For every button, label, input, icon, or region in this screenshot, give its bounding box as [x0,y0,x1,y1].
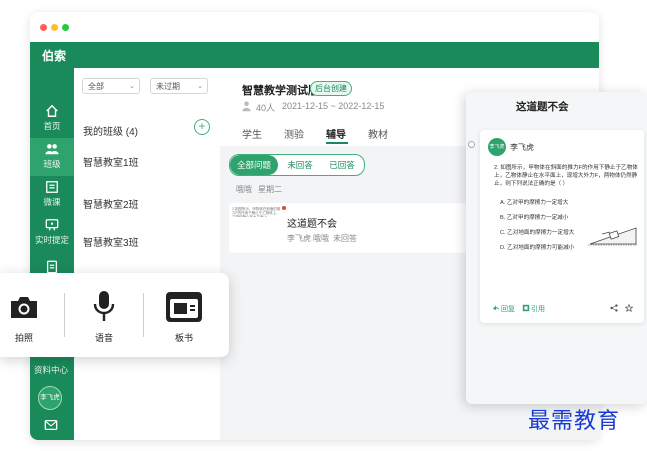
nav-item-live[interactable]: 实时提定 [30,214,74,252]
panel-title: 这道题不会 [516,101,569,113]
reply-button[interactable]: 回复 [501,304,515,314]
source-tag: 后台创建 [310,81,352,96]
top-bar: 伯索 [30,42,599,68]
nav-item-resource-label[interactable]: 资料中心 [34,364,68,376]
chevron-down-icon: ⌄ [129,83,135,90]
class-item-3[interactable]: 智慧教室3班 [83,234,139,249]
option-b: B. 乙对甲的摩擦力一定减小 [500,215,569,221]
tab-textbook[interactable]: 教材 [368,126,388,141]
my-classes-heading: 我的班级 (4) [83,127,138,138]
input-tools-popup: 拍照 语音 板书 [0,273,229,357]
filter-chip-1[interactable]: 哦哦 [236,184,252,195]
segment-unanswered[interactable]: 未回答 [280,155,320,175]
class-item-2[interactable]: 智慧教室2班 [83,196,139,211]
blackboard-label: 板书 [174,333,193,343]
share-icon[interactable] [610,304,618,312]
minimize-window-dot[interactable] [51,24,58,31]
document-icon [46,260,58,274]
divider [64,293,65,337]
question-title: 这道题不会 [287,219,337,230]
date-range: 2021-12-15 ~ 2022-12-15 [282,101,385,111]
microphone-icon[interactable] [92,290,116,322]
question-author: 李飞虎 [287,234,311,243]
question-filter-segment: 全部问题 未回答 已回答 [229,154,365,176]
maximize-window-dot[interactable] [62,24,69,31]
quote-icon[interactable] [522,304,530,312]
tab-students[interactable]: 学生 [242,126,262,141]
unread-dot [282,206,286,210]
tab-tutoring[interactable]: 辅导 [326,126,346,141]
option-a: A. 乙对甲的摩擦力一定增大 [500,200,569,206]
class-item-1[interactable]: 智慧教室1班 [83,154,139,169]
option-c: C. 乙对地面的摩擦力一定增大 [500,230,575,236]
people-icon [45,144,59,155]
left-nav: 首页 班级 微课 实时提定 资料中心 李飞虎 [30,68,74,440]
camera-icon[interactable] [8,293,40,321]
question-thumbnail: 2.如图所示，甲物体在斜面的推力F的作用下静止于乙物体上，乙物体静止在水平面上 [232,207,281,217]
blackboard-icon[interactable] [165,291,203,323]
avatar: 李飞虎 [488,138,506,156]
star-icon[interactable] [625,304,633,312]
chevron-down-icon: ⌄ [197,83,203,90]
avatar[interactable]: 李飞虎 [38,386,62,410]
close-window-dot[interactable] [40,24,47,31]
segment-all[interactable]: 全部问题 [230,155,278,175]
question-text: 2. 如图所示，甲物体在斜面的推力F的作用下静止于乙物体上，乙物体静止在水平面上… [494,165,638,187]
mail-icon[interactable] [44,418,58,432]
photo-label: 拍照 [14,333,33,343]
filter-status-select[interactable]: 未过期 ⌄ [150,78,208,94]
option-d: D. 乙对地面的摩擦力可能减小 [500,245,575,251]
tab-quiz[interactable]: 测验 [284,126,304,141]
nav-item-home[interactable]: 首页 [30,100,74,138]
nav-label: 班级 [43,159,61,169]
reply-icon[interactable] [492,304,500,312]
class-list-panel: 全部 ⌄ 未过期 ⌄ 我的班级 (4) + 智慧教室1班 智慧教室2班 智慧教室3班 [74,68,220,440]
video-lesson-icon [46,181,58,193]
watermark: 最需教育 [528,409,621,434]
nav-item-microlesson[interactable]: 微课 [30,176,74,214]
add-class-button[interactable]: + [194,119,210,135]
filter-all-select[interactable]: 全部 ⌄ [82,78,140,94]
screen-chat-icon [45,219,59,231]
panel-handle[interactable] [468,141,475,148]
nav-item-class[interactable]: 班级 [30,138,74,176]
divider [143,293,144,337]
nav-label: 微课 [43,197,61,207]
home-icon [46,104,58,117]
student-count: 40人 [256,103,276,113]
title-bar [30,12,599,42]
active-tab-underline [326,142,348,144]
quote-button[interactable]: 引用 [531,304,545,314]
nav-label: 实时提定 [34,235,69,245]
asker-name: 李飞虎 [510,143,534,152]
voice-label: 语音 [94,333,113,343]
segment-answered[interactable]: 已回答 [322,155,362,175]
question-card[interactable]: 2.如图所示，甲物体在斜面的推力F的作用下静止于乙物体上，乙物体静止在水平面上 … [229,203,469,253]
brand-logo: 伯索 [42,49,67,63]
class-name: 智慧教学测试版 [242,85,319,97]
question-detail-card: 李飞虎 李飞虎 2. 如图所示，甲物体在斜面的推力F的作用下静止于乙物体上，乙物… [480,130,644,323]
filter-chip-2[interactable]: 星期二 [258,184,282,195]
nav-label: 首页 [43,121,61,131]
question-time: 哦哦 [313,234,329,243]
question-status: 未回答 [333,234,357,243]
incline-diagram [588,227,638,246]
people-icon [242,101,251,112]
